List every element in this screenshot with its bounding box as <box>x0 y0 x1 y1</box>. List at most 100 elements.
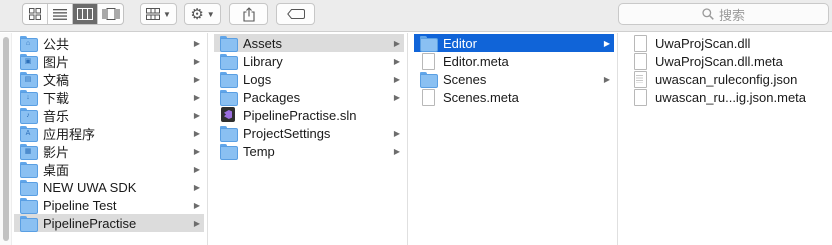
search-placeholder: 搜索 <box>718 7 745 23</box>
list-item[interactable]: UwaProjScan.dll.meta <box>626 52 830 70</box>
list-item-selected[interactable]: Editor ▶ <box>414 34 614 52</box>
item-label: uwascan_ru...ig.json.meta <box>655 89 807 105</box>
scrollbar-thumb[interactable] <box>3 37 9 241</box>
list-item-selected[interactable]: PipelinePractise ▶ <box>14 214 204 232</box>
item-label: Editor.meta <box>443 53 509 69</box>
disclosure-arrow-icon: ▶ <box>193 200 201 210</box>
item-label: NEW UWA SDK <box>43 179 137 195</box>
icon-view-button[interactable] <box>23 4 48 24</box>
list-item[interactable]: Pipeline Test ▶ <box>14 196 204 214</box>
list-item[interactable]: NEW UWA SDK ▶ <box>14 178 204 196</box>
list-item[interactable]: Packages ▶ <box>214 88 404 106</box>
list-view-button[interactable] <box>48 4 73 24</box>
disclosure-arrow-icon: ▶ <box>193 218 201 228</box>
item-label: Scenes <box>443 71 487 87</box>
view-mode-segmented-control <box>22 3 124 25</box>
item-label: PipelinePractise.sln <box>243 107 357 123</box>
disclosure-arrow-icon: ▶ <box>193 110 201 120</box>
column-4: UwaProjScan.dll UwaProjScan.dll.meta uwa… <box>618 33 832 245</box>
search-field[interactable]: 搜索 <box>618 3 829 25</box>
folder-icon <box>220 72 238 88</box>
folder-icon <box>20 198 38 214</box>
disclosure-arrow-icon: ▶ <box>193 74 201 84</box>
item-label: 应用程序 <box>43 126 96 142</box>
list-item[interactable]: 桌面 ▶ <box>14 160 204 178</box>
item-label: Library <box>243 53 283 69</box>
folder-icon <box>420 36 438 52</box>
list-item[interactable]: Logs ▶ <box>214 70 404 88</box>
edit-tags-button[interactable] <box>276 3 315 25</box>
list-item[interactable]: uwascan_ru...ig.json.meta <box>626 88 830 106</box>
list-item[interactable]: PipelinePractise.sln <box>214 106 404 124</box>
grid-icon <box>29 8 41 20</box>
item-label: Scenes.meta <box>443 89 519 105</box>
list-item[interactable]: ProjectSettings ▶ <box>214 124 404 142</box>
folder-icon: ▤ <box>20 72 38 88</box>
disclosure-arrow-icon: ▶ <box>393 74 401 84</box>
list-item[interactable]: Temp ▶ <box>214 142 404 160</box>
list-item[interactable]: Library ▶ <box>214 52 404 70</box>
chevron-down-icon: ▼ <box>206 9 215 19</box>
column-view-button[interactable] <box>73 4 98 24</box>
document-icon <box>632 53 648 70</box>
item-label: 音乐 <box>43 108 70 124</box>
list-item[interactable]: ⌂ 公共 ▶ <box>14 34 204 52</box>
list-item[interactable]: Scenes ▶ <box>414 70 614 88</box>
folder-icon: ▦ <box>20 144 38 160</box>
item-label: Temp <box>243 143 275 159</box>
finder-toolbar: ▼ ⚙ ▼ 搜索 <box>0 0 832 32</box>
group-by-button[interactable]: ▼ <box>140 3 177 25</box>
folder-icon: ♪ <box>20 108 38 124</box>
list-item[interactable]: A 应用程序 ▶ <box>14 124 204 142</box>
search-icon <box>702 8 714 20</box>
disclosure-arrow-icon: ▶ <box>603 38 611 48</box>
visual-studio-solution-icon <box>220 107 236 122</box>
folder-icon <box>220 126 238 142</box>
document-icon <box>632 35 648 52</box>
column-3: Editor ▶ Editor.meta Scenes ▶ Scenes.met… <box>408 33 618 245</box>
disclosure-arrow-icon: ▶ <box>193 146 201 156</box>
column-1: ⌂ 公共 ▶ ▣ 图片 ▶ ▤ 文稿 ▶ ↓ 下载 ▶ ♪ 音乐 ▶ A 应用程… <box>0 33 208 245</box>
folder-icon <box>20 180 38 196</box>
folder-icon <box>220 54 238 70</box>
list-item[interactable]: ▦ 影片 ▶ <box>14 142 204 160</box>
item-label: UwaProjScan.dll.meta <box>655 53 783 69</box>
item-label: 文稿 <box>43 72 70 88</box>
share-button[interactable] <box>229 3 268 25</box>
folder-icon <box>420 72 438 88</box>
list-item[interactable]: ↓ 下载 ▶ <box>14 88 204 106</box>
disclosure-arrow-icon: ▶ <box>393 128 401 138</box>
list-item[interactable]: ▣ 图片 ▶ <box>14 52 204 70</box>
action-menu-button[interactable]: ⚙ ▼ <box>184 3 221 25</box>
list-item-selected[interactable]: Assets ▶ <box>214 34 404 52</box>
list-item[interactable]: Scenes.meta <box>414 88 614 106</box>
list-item[interactable]: ♪ 音乐 ▶ <box>14 106 204 124</box>
folder-icon: ↓ <box>20 90 38 106</box>
tag-icon <box>286 9 305 19</box>
scrollbar-track[interactable] <box>0 33 12 245</box>
item-label: ProjectSettings <box>243 125 331 141</box>
item-label: 公共 <box>43 36 70 52</box>
disclosure-arrow-icon: ▶ <box>193 128 201 138</box>
gallery-view-button[interactable] <box>98 4 123 24</box>
folder-icon: A <box>20 126 38 142</box>
list-item[interactable]: ▤ 文稿 ▶ <box>14 70 204 88</box>
share-icon <box>242 6 255 22</box>
list-item[interactable]: UwaProjScan.dll <box>626 34 830 52</box>
list-item[interactable]: uwascan_ruleconfig.json <box>626 70 830 88</box>
disclosure-arrow-icon: ▶ <box>393 56 401 66</box>
folder-icon <box>220 90 238 106</box>
item-label: Editor <box>443 35 477 51</box>
folder-icon: ▣ <box>20 54 38 70</box>
folder-icon <box>220 144 238 160</box>
item-label: PipelinePractise <box>43 215 137 231</box>
disclosure-arrow-icon: ▶ <box>603 74 611 84</box>
disclosure-arrow-icon: ▶ <box>193 164 201 174</box>
item-label: UwaProjScan.dll <box>655 35 751 51</box>
disclosure-arrow-icon: ▶ <box>393 92 401 102</box>
item-label: 影片 <box>43 144 70 160</box>
list-item[interactable]: Editor.meta <box>414 52 614 70</box>
columns-icon <box>77 8 93 20</box>
item-label: Assets <box>243 35 283 51</box>
gear-icon: ⚙ <box>190 5 204 23</box>
